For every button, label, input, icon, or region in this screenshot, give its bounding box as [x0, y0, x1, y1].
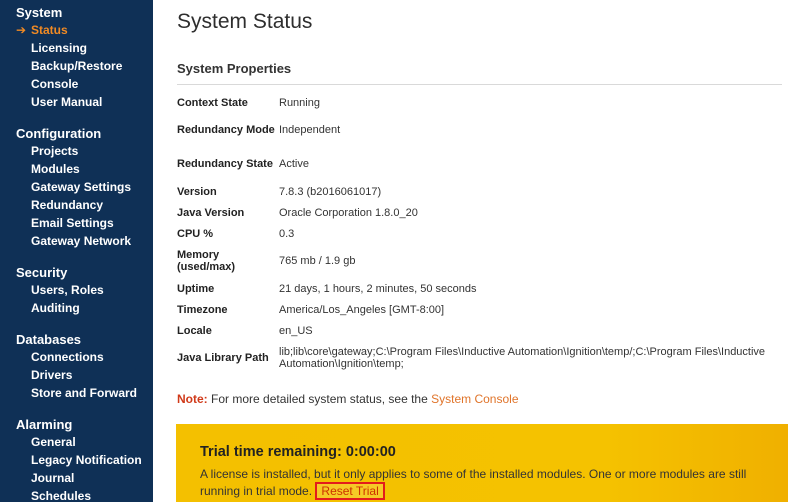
table-row: Timezone America/Los_Angeles [GMT-8:00]: [177, 299, 787, 320]
nav-heading: Databases: [16, 332, 82, 347]
property-key: CPU %: [177, 227, 214, 240]
trial-text: A license is installed, but it only appl…: [200, 467, 747, 498]
table-row: Context State Running: [177, 92, 787, 113]
property-key: Redundancy State: [177, 158, 273, 170]
property-value: 0.3: [279, 227, 295, 240]
property-key: Java Version: [177, 206, 245, 219]
sidebar-item-gateway-settings[interactable]: Gateway Settings: [0, 178, 153, 196]
note-text: For more detailed system status, see the: [211, 392, 428, 406]
trial-banner: Trial time remaining: 0:00:00 A license …: [176, 424, 788, 502]
table-row: Java Version Oracle Corporation 1.8.0_20: [177, 202, 787, 223]
section-title: System Properties: [177, 61, 782, 85]
nav-group-alarming: Alarming General Legacy Notification Jou…: [0, 416, 153, 502]
sidebar-item-projects[interactable]: Projects: [0, 142, 153, 160]
table-row: Version 7.8.3 (b2016061017): [177, 181, 787, 202]
nav-heading: Alarming: [16, 417, 73, 432]
reset-trial-button[interactable]: Reset Trial: [315, 482, 385, 500]
sidebar-item-email-settings[interactable]: Email Settings: [0, 214, 153, 232]
property-value: 21 days, 1 hours, 2 minutes, 50 seconds: [279, 282, 477, 295]
sidebar-item-store-and-forward[interactable]: Store and Forward: [0, 384, 153, 402]
property-value: Active: [279, 158, 309, 170]
table-row: Memory (used/max) 765 mb / 1.9 gb: [177, 244, 787, 278]
sidebar-item-users-roles[interactable]: Users, Roles: [0, 281, 153, 299]
arrow-right-icon: ➔: [16, 23, 27, 37]
property-value: America/Los_Angeles [GMT-8:00]: [279, 303, 445, 316]
properties-table: Context State Running Redundancy Mode In…: [177, 92, 787, 375]
sidebar-item-connections[interactable]: Connections: [0, 348, 153, 366]
trial-title: Trial time remaining: 0:00:00: [200, 444, 396, 460]
nav-group-databases: Databases Connections Drivers Store and …: [0, 331, 153, 402]
note-label: Note:: [177, 392, 208, 406]
property-value: Independent: [279, 124, 341, 136]
nav-heading: Security: [16, 265, 68, 280]
nav-group-configuration: Configuration Projects Modules Gateway S…: [0, 125, 153, 250]
page-title: System Status: [177, 10, 313, 33]
property-key: Timezone: [177, 303, 228, 316]
sidebar-item-gateway-network[interactable]: Gateway Network: [0, 232, 153, 250]
table-row: Redundancy Mode Independent: [177, 113, 787, 147]
sidebar-item-journal[interactable]: Journal: [0, 469, 153, 487]
sidebar-item-auditing[interactable]: Auditing: [0, 299, 153, 317]
property-value: lib;lib\core\gateway;C:\Program Files\In…: [279, 346, 766, 370]
system-console-link[interactable]: System Console: [431, 392, 518, 406]
table-row: Uptime 21 days, 1 hours, 2 minutes, 50 s…: [177, 278, 787, 299]
trial-message: A license is installed, but it only appl…: [200, 466, 775, 500]
sidebar-item-schedules[interactable]: Schedules: [0, 487, 153, 502]
property-key: Locale: [177, 324, 212, 337]
property-key: Redundancy Mode: [177, 124, 275, 136]
sidebar-nav: System ➔ Status Licensing Backup/Restore …: [0, 0, 153, 502]
property-key: Version: [177, 185, 217, 198]
table-row: Redundancy State Active: [177, 147, 787, 181]
sidebar-item-user-manual[interactable]: User Manual: [0, 93, 153, 111]
property-key: Uptime: [177, 282, 215, 295]
property-key: Context State: [177, 96, 248, 109]
property-value: 7.8.3 (b2016061017): [279, 185, 382, 198]
sidebar-item-backup-restore[interactable]: Backup/Restore: [0, 57, 153, 75]
property-key: Memory (used/max): [177, 249, 236, 273]
table-row: Locale en_US: [177, 320, 787, 341]
sidebar-item-general[interactable]: General: [0, 433, 153, 451]
sidebar-item-modules[interactable]: Modules: [0, 160, 153, 178]
table-row: Java Library Path lib;lib\core\gateway;C…: [177, 341, 787, 375]
property-value: Oracle Corporation 1.8.0_20: [279, 206, 418, 219]
property-value: 765 mb / 1.9 gb: [279, 255, 356, 267]
nav-group-system: System ➔ Status Licensing Backup/Restore …: [0, 4, 153, 111]
sidebar-item-redundancy[interactable]: Redundancy: [0, 196, 153, 214]
nav-group-security: Security Users, Roles Auditing: [0, 264, 153, 317]
sidebar-item-console[interactable]: Console: [0, 75, 153, 93]
table-row: CPU % 0.3: [177, 223, 787, 244]
property-key: Java Library Path: [177, 352, 269, 364]
sidebar-item-licensing[interactable]: Licensing: [0, 39, 153, 57]
sidebar-item-status[interactable]: ➔ Status: [0, 21, 153, 39]
nav-heading: System: [16, 5, 63, 20]
sidebar-item-drivers[interactable]: Drivers: [0, 366, 153, 384]
note: Note: For more detailed system status, s…: [177, 392, 796, 406]
sidebar-item-label: Status: [31, 23, 68, 37]
property-value: Running: [279, 96, 320, 109]
property-value: en_US: [279, 324, 313, 337]
sidebar-item-legacy-notification[interactable]: Legacy Notification: [0, 451, 153, 469]
nav-heading: Configuration: [16, 126, 102, 141]
